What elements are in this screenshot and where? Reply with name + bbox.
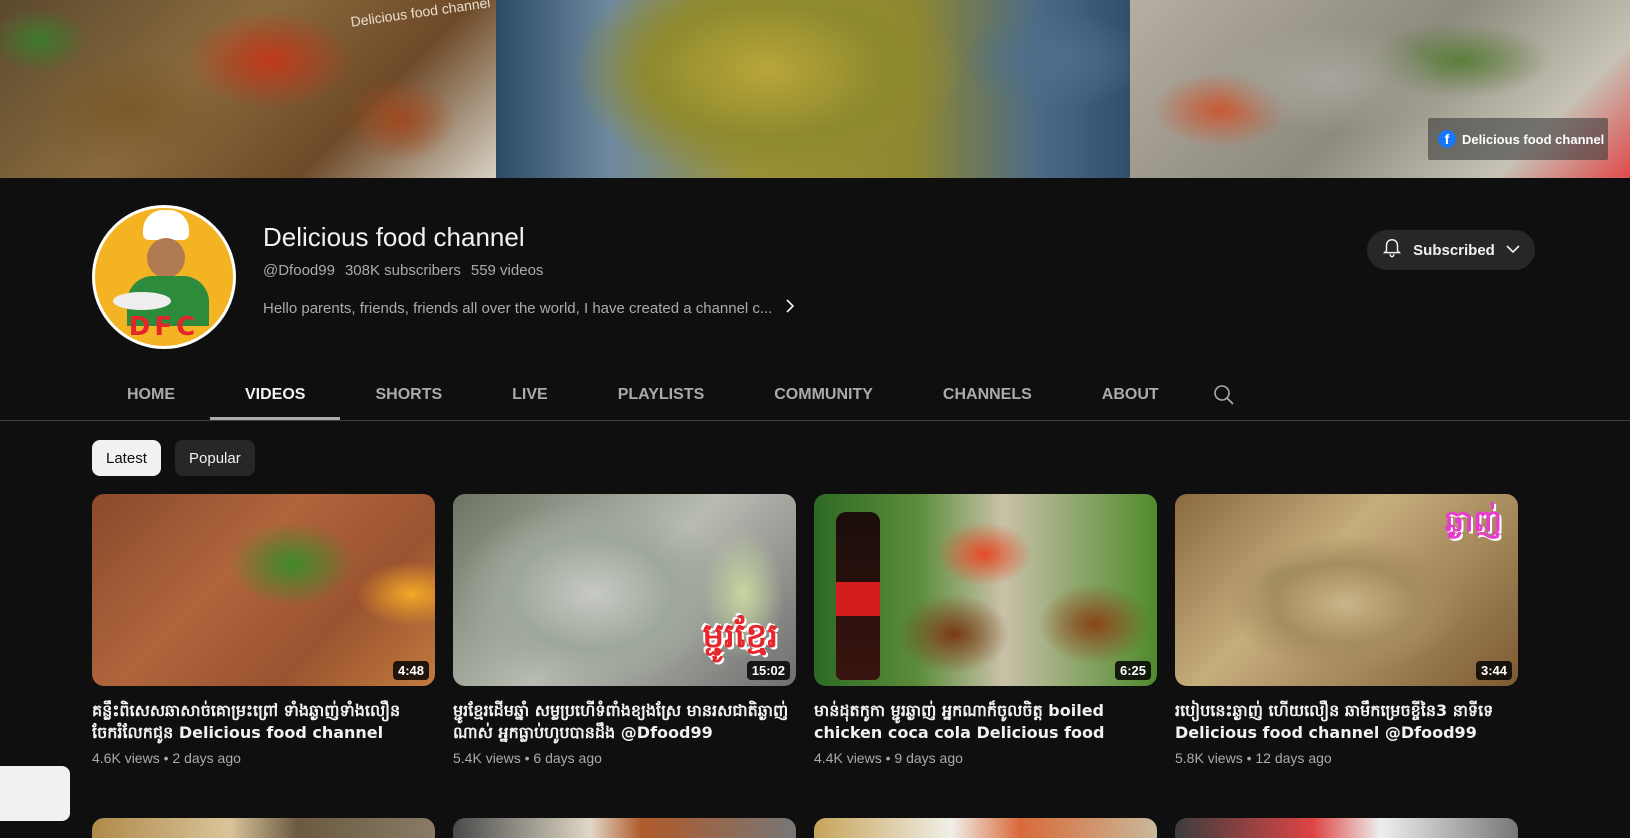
video-age: 2 days ago: [172, 750, 241, 766]
tab-shorts[interactable]: SHORTS: [340, 370, 477, 420]
video-views: 5.8K views: [1175, 750, 1243, 766]
tab-home[interactable]: HOME: [92, 370, 210, 420]
video-title[interactable]: មាន់ដុតកូកា ម្ជូរឆ្ងាញ់ អ្នកណាក៏ចូលចិត្ត…: [814, 700, 1157, 744]
video-meta: 5.8K views • 12 days ago: [1175, 750, 1518, 766]
tab-playlists[interactable]: PLAYLISTS: [583, 370, 740, 420]
video-title[interactable]: របៀបនេះឆ្ងាញ់ ហើយលឿន ឆាមឹកម្រេចខ្ចីនៃ3 ន…: [1175, 700, 1518, 744]
channel-meta: @Dfood99 308K subscribers 559 videos: [263, 262, 543, 279]
video-thumbnail[interactable]: ម្ជូរខ្មែរ 15:02: [453, 494, 796, 686]
video-card[interactable]: 6:25 មាន់ដុតកូកា ម្ជូរឆ្ងាញ់ អ្នកណាក៏ចូល…: [814, 494, 1157, 766]
video-views: 5.4K views: [453, 750, 521, 766]
video-thumbnail[interactable]: [1175, 818, 1518, 838]
meta-separator: •: [1246, 750, 1252, 766]
search-icon[interactable]: [1194, 370, 1254, 420]
facebook-icon: f: [1438, 130, 1456, 148]
video-thumbnail[interactable]: [92, 818, 435, 838]
avatar-logo-text: DFC: [128, 312, 200, 342]
channel-avatar[interactable]: DFC: [92, 205, 236, 349]
channel-handle: @Dfood99: [263, 262, 335, 279]
channel-name: Delicious food channel: [263, 222, 525, 252]
video-age: 9 days ago: [894, 750, 963, 766]
video-card[interactable]: 4:48 គន្លឹះពិសេសឆាសាច់គោម្រះព្រៅ ទាំងឆ្ង…: [92, 494, 435, 766]
channel-banner: Delicious food channel f Delicious food …: [0, 0, 1630, 178]
video-thumbnail[interactable]: 4:48: [92, 494, 435, 686]
meta-separator: •: [163, 750, 169, 766]
video-age: 12 days ago: [1255, 750, 1332, 766]
video-meta: 4.4K views • 9 days ago: [814, 750, 1157, 766]
chevron-right-icon: [784, 298, 796, 319]
video-card[interactable]: ឆ្ងាញ់ 3:44 របៀបនេះឆ្ងាញ់ ហើយលឿន ឆាមឹកម្…: [1175, 494, 1518, 766]
video-thumbnail[interactable]: [453, 818, 796, 838]
tab-channels[interactable]: CHANNELS: [908, 370, 1067, 420]
banner-image-fish: [0, 0, 500, 178]
banner-image-curry: [496, 0, 1136, 178]
channel-description-text: Hello parents, friends, friends all over…: [263, 300, 773, 317]
soda-bottle-graphic: [836, 512, 880, 680]
tab-community[interactable]: COMMUNITY: [739, 370, 908, 420]
video-age: 6 days ago: [533, 750, 602, 766]
video-thumbnail[interactable]: 6:25: [814, 494, 1157, 686]
video-views: 4.6K views: [92, 750, 160, 766]
tabs-divider: [0, 420, 1630, 421]
bottle-label: [836, 582, 880, 616]
avatar-plate: [113, 292, 171, 310]
video-duration: 6:25: [1114, 661, 1151, 680]
video-title[interactable]: ម្ជូរខ្មែរដើមឆ្នាំ សម្លប្រហើទំពាំងខ្យងស្…: [453, 700, 796, 744]
video-thumbnail[interactable]: [814, 818, 1157, 838]
subscribed-label: Subscribed: [1413, 241, 1495, 259]
meta-separator: •: [524, 750, 530, 766]
banner-facebook-label: Delicious food channel: [1462, 131, 1605, 147]
meta-separator: •: [885, 750, 891, 766]
video-title[interactable]: គន្លឹះពិសេសឆាសាច់គោម្រះព្រៅ ទាំងឆ្ងាញ់ទា…: [92, 700, 435, 744]
tab-videos[interactable]: VIDEOS: [210, 370, 341, 420]
video-meta: 4.6K views • 2 days ago: [92, 750, 435, 766]
tab-live[interactable]: LIVE: [477, 370, 583, 420]
video-card[interactable]: ម្ជូរខ្មែរ 15:02 ម្ជូរខ្មែរដើមឆ្នាំ សម្ល…: [453, 494, 796, 766]
bell-icon: [1381, 237, 1403, 263]
video-duration: 4:48: [392, 661, 429, 680]
chef-hat-icon: [143, 210, 189, 240]
thumbnail-overlay-text: ឆ្ងាញ់: [1444, 504, 1502, 539]
video-meta: 5.4K views • 6 days ago: [453, 750, 796, 766]
subscriber-count: 308K subscribers: [344, 262, 461, 279]
video-views: 4.4K views: [814, 750, 882, 766]
video-duration: 15:02: [746, 661, 790, 680]
tab-about[interactable]: ABOUT: [1067, 370, 1194, 420]
chevron-down-icon: [1505, 242, 1521, 259]
video-duration: 3:44: [1475, 661, 1512, 680]
channel-description[interactable]: Hello parents, friends, friends all over…: [263, 298, 796, 319]
avatar-face: [147, 238, 185, 278]
banner-facebook-link[interactable]: f Delicious food channel: [1428, 118, 1608, 160]
chip-latest[interactable]: Latest: [92, 440, 161, 476]
subscribed-button[interactable]: Subscribed: [1367, 230, 1535, 270]
thumbnail-overlay-text: ម្ជូរខ្មែរ: [702, 616, 778, 656]
chip-popular[interactable]: Popular: [175, 440, 255, 476]
channel-tabs: HOME VIDEOS SHORTS LIVE PLAYLISTS COMMUN…: [92, 370, 1254, 420]
video-count: 559 videos: [470, 262, 544, 279]
video-thumbnail[interactable]: ឆ្ងាញ់ 3:44: [1175, 494, 1518, 686]
floating-panel[interactable]: [0, 766, 70, 821]
